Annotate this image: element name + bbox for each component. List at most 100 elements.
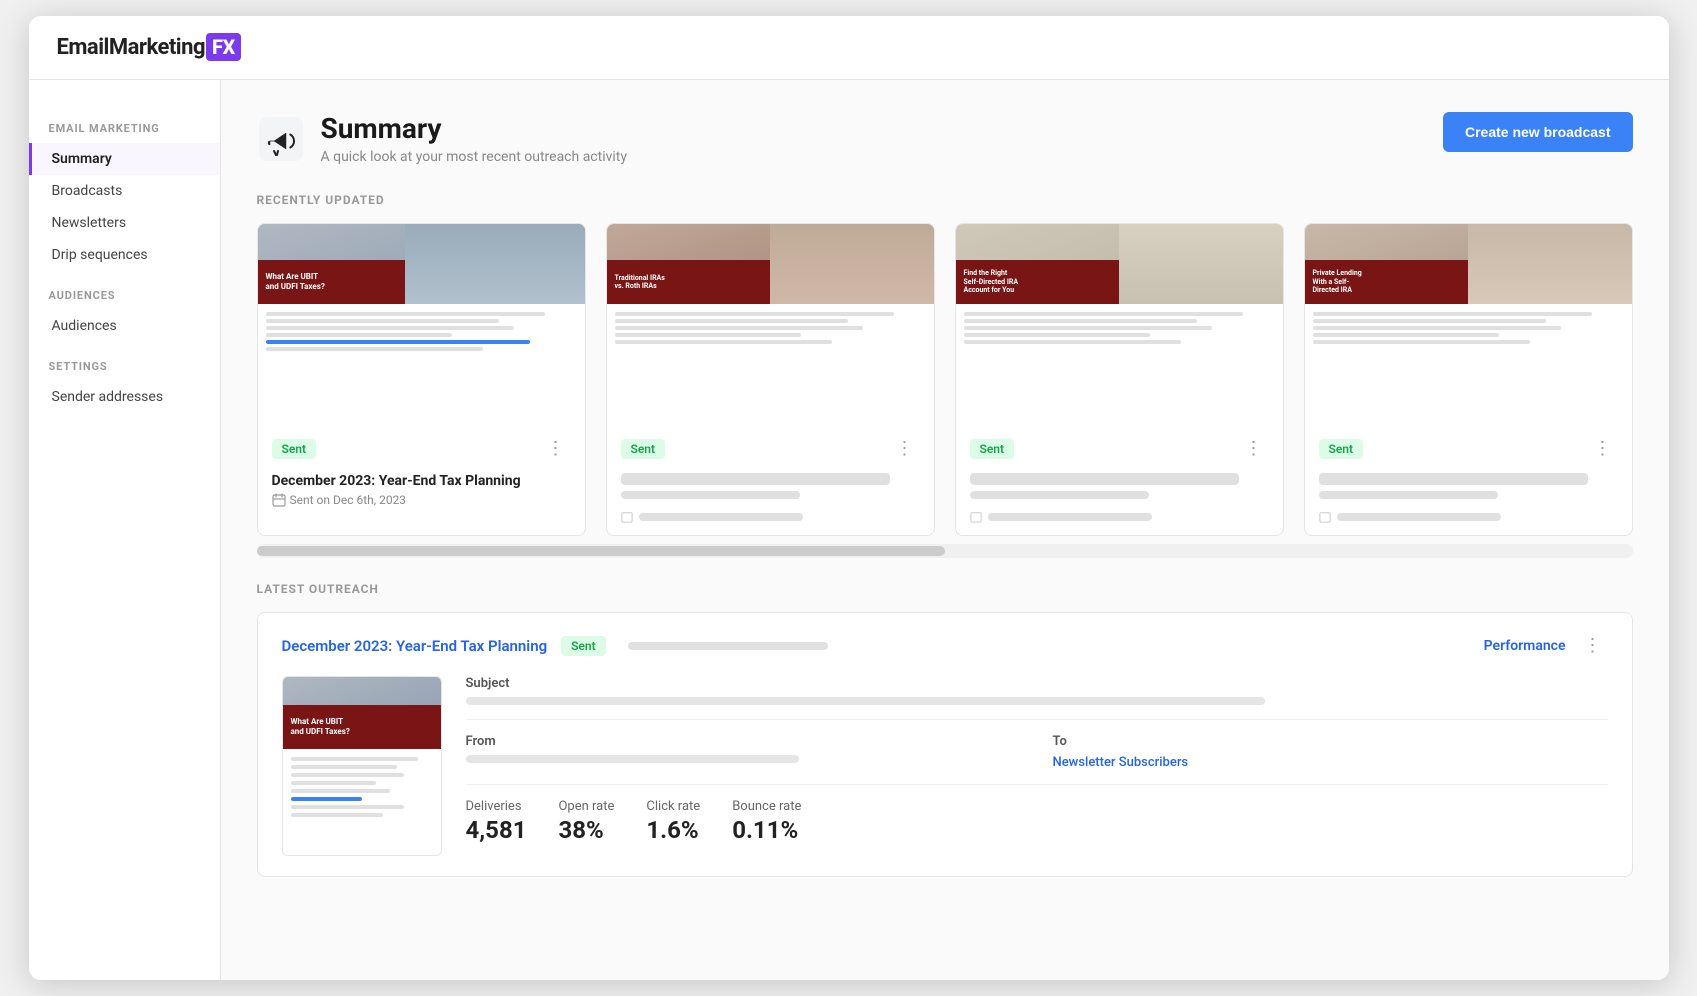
logo-fx: FX — [206, 33, 241, 61]
from-label: From — [466, 734, 1021, 749]
open-rate-label: Open rate — [558, 799, 614, 814]
page-header: Summary A quick look at your most recent… — [257, 112, 1633, 165]
outreach-header: December 2023: Year-End Tax Planning Sen… — [282, 633, 1608, 658]
sidebar-label-drip: Drip sequences — [52, 247, 148, 263]
card-preview-3: Find the RightSelf-Directed IRAAccount f… — [956, 224, 1283, 424]
deliveries-value: 4,581 — [466, 816, 527, 844]
card4-content — [1305, 473, 1632, 511]
card-preview-2: Traditional IRAsvs. Roth IRAs — [607, 224, 934, 424]
card2-calendar-icon — [621, 511, 633, 523]
subject-label: Subject — [466, 676, 1608, 691]
deliveries-label: Deliveries — [466, 799, 527, 814]
card1-status-badge: Sent — [272, 439, 317, 459]
subject-col: Subject — [466, 676, 1608, 705]
card2-footer: Sent ⋮ — [607, 424, 934, 473]
card3-status-badge: Sent — [970, 439, 1015, 459]
card2-banner: Traditional IRAsvs. Roth IRAs — [615, 274, 665, 291]
bounce-rate-label: Bounce rate — [732, 799, 801, 814]
click-rate-value: 1.6% — [646, 816, 700, 844]
app-window: EmailMarketingFX EMAIL MARKETING Summary… — [29, 16, 1669, 980]
app-logo: EmailMarketingFX — [57, 35, 241, 60]
top-bar: EmailMarketingFX — [29, 16, 1669, 80]
outreach-preview-body — [283, 749, 441, 855]
card3-calendar-icon — [970, 511, 982, 523]
card-preview-sim-2: Traditional IRAsvs. Roth IRAs — [607, 224, 934, 424]
to-value-link[interactable]: Newsletter Subscribers — [1053, 755, 1608, 770]
sidebar-label-sender: Sender addresses — [52, 389, 164, 405]
card1-date-text: Sent on Dec 6th, 2023 — [290, 493, 407, 507]
card4-more-menu[interactable]: ⋮ — [1588, 436, 1618, 461]
outreach-preview-sim: What Are UBITand UDFI Taxes? — [283, 677, 441, 855]
cards-scroll-thumb — [257, 546, 945, 556]
card2-status-badge: Sent — [621, 439, 666, 459]
performance-link[interactable]: Performance — [1484, 638, 1566, 654]
card-preview-4: Private LendingWith a Self-Directed IRA — [1305, 224, 1632, 424]
card1-title: December 2023: Year-End Tax Planning — [272, 473, 571, 489]
broadcast-card-2: Traditional IRAsvs. Roth IRAs — [606, 223, 935, 536]
sidebar-section-audiences: AUDIENCES — [29, 271, 220, 310]
cards-row: What Are UBITand UDFI Taxes? — [257, 223, 1633, 536]
cards-scrollbar[interactable] — [257, 544, 1633, 558]
create-broadcast-button[interactable]: Create new broadcast — [1443, 112, 1633, 152]
outreach-header-right: Performance ⋮ — [1484, 633, 1608, 658]
card3-more-menu[interactable]: ⋮ — [1239, 436, 1269, 461]
sidebar-section-email: EMAIL MARKETING — [29, 104, 220, 143]
page-subtitle: A quick look at your most recent outreac… — [321, 149, 628, 165]
bounce-rate-value: 0.11% — [732, 816, 801, 844]
click-rate-label: Click rate — [646, 799, 700, 814]
card1-banner: What Are UBITand UDFI Taxes? — [266, 272, 325, 291]
card-preview-sim-4: Private LendingWith a Self-Directed IRA — [1305, 224, 1632, 424]
megaphone-icon — [257, 115, 305, 163]
broadcast-card-1: What Are UBITand UDFI Taxes? — [257, 223, 586, 536]
from-col: From — [466, 734, 1021, 770]
subject-value-bar — [466, 697, 1265, 705]
card1-body — [258, 304, 585, 424]
broadcast-card-4: Private LendingWith a Self-Directed IRA — [1304, 223, 1633, 536]
card1-more-menu[interactable]: ⋮ — [541, 436, 571, 461]
sidebar-item-sender[interactable]: Sender addresses — [29, 381, 220, 413]
body-layout: EMAIL MARKETING Summary Broadcasts Newsl… — [29, 80, 1669, 980]
page-header-left: Summary A quick look at your most recent… — [257, 112, 628, 165]
page-title-group: Summary A quick look at your most recent… — [321, 112, 628, 165]
outreach-details: Subject From — [466, 676, 1608, 856]
to-label: To — [1053, 734, 1608, 749]
outreach-body: What Are UBITand UDFI Taxes? — [282, 676, 1608, 856]
outreach-progress-bar — [628, 642, 828, 650]
open-rate-value: 38% — [558, 816, 614, 844]
main-content: Summary A quick look at your most recent… — [221, 80, 1669, 980]
from-to-row: From To Newsletter Subscribers — [466, 734, 1608, 770]
card3-body — [956, 304, 1283, 424]
outreach-banner-text: What Are UBITand UDFI Taxes? — [291, 717, 350, 738]
latest-outreach-section-label: LATEST OUTREACH — [257, 582, 1633, 596]
sidebar-item-drip[interactable]: Drip sequences — [29, 239, 220, 271]
outreach-title-link[interactable]: December 2023: Year-End Tax Planning — [282, 637, 548, 655]
deliveries-stat: Deliveries 4,581 — [466, 799, 527, 844]
sidebar-item-broadcasts[interactable]: Broadcasts — [29, 175, 220, 207]
card-preview-sim-3: Find the RightSelf-Directed IRAAccount f… — [956, 224, 1283, 424]
card2-more-menu[interactable]: ⋮ — [890, 436, 920, 461]
card2-body — [607, 304, 934, 424]
outreach-card: December 2023: Year-End Tax Planning Sen… — [257, 612, 1633, 877]
card-preview-sim-1: What Are UBITand UDFI Taxes? — [258, 224, 585, 424]
click-rate-stat: Click rate 1.6% — [646, 799, 700, 844]
card4-body — [1305, 304, 1632, 424]
card4-banner: Private LendingWith a Self-Directed IRA — [1313, 269, 1362, 294]
card1-footer: Sent ⋮ — [258, 424, 585, 473]
logo-text: EmailMarketing — [57, 35, 206, 60]
calendar-icon — [272, 493, 286, 507]
broadcast-card-3: Find the RightSelf-Directed IRAAccount f… — [955, 223, 1284, 536]
sidebar: EMAIL MARKETING Summary Broadcasts Newsl… — [29, 80, 221, 980]
sidebar-item-summary[interactable]: Summary — [29, 143, 220, 175]
card1-date: Sent on Dec 6th, 2023 — [272, 493, 571, 507]
sidebar-item-newsletters[interactable]: Newsletters — [29, 207, 220, 239]
sidebar-label-audiences: Audiences — [52, 318, 117, 334]
outreach-more-menu[interactable]: ⋮ — [1578, 633, 1608, 658]
page-title: Summary — [321, 112, 628, 145]
card4-status-badge: Sent — [1319, 439, 1364, 459]
sidebar-item-audiences[interactable]: Audiences — [29, 310, 220, 342]
card3-footer: Sent ⋮ — [956, 424, 1283, 473]
sidebar-label-broadcasts: Broadcasts — [52, 183, 123, 199]
recently-updated-section-label: RECENTLY UPDATED — [257, 193, 1633, 207]
card3-banner: Find the RightSelf-Directed IRAAccount f… — [964, 269, 1019, 294]
detail-divider-2 — [466, 784, 1608, 785]
